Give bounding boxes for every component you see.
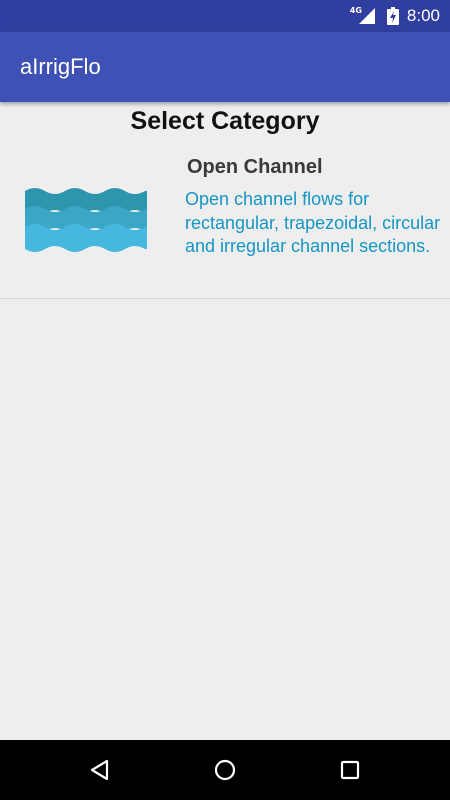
battery-charging-icon [386,7,399,25]
back-icon[interactable] [88,758,112,782]
status-icons: 4G 8:00 [350,0,440,32]
category-description: Open channel flows for rectangular, trap… [185,189,441,256]
app-bar: aIrrigFlo [0,32,450,102]
main-content: Select Category Open Channel Open channe… [0,102,450,740]
clock: 8:00 [406,6,440,25]
category-item-open-channel[interactable]: Open Channel Open channel flows for rect… [0,150,450,299]
page-title: Select Category [130,107,320,135]
water-waves-icon [25,188,147,252]
category-name: Open Channel [187,156,323,178]
navigation-bar [0,740,450,800]
recents-icon[interactable] [338,758,362,782]
status-bar: 4G 8:00 [0,0,450,32]
app-title: aIrrigFlo [20,54,101,79]
home-icon[interactable] [213,758,237,782]
network-type-label: 4G [349,5,362,15]
